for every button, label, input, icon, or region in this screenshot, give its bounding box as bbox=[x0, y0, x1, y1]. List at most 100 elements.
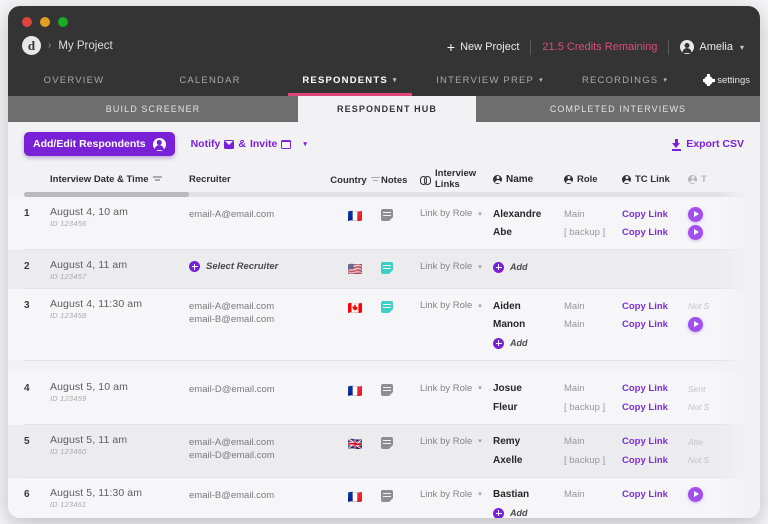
recruiter-cell[interactable]: email-B@email.com bbox=[189, 486, 329, 502]
interview-date-cell[interactable]: August 5, 10 am ID 123459 bbox=[50, 380, 189, 403]
chevron-down-icon[interactable]: ▾ bbox=[478, 263, 482, 271]
chevron-down-icon[interactable]: ▾ bbox=[740, 43, 744, 52]
copy-link-button[interactable]: Copy Link bbox=[622, 402, 688, 413]
recruiter-cell[interactable]: Select Recruiter bbox=[189, 258, 329, 272]
column-label: Country bbox=[330, 174, 367, 186]
interview-link-dropdown[interactable]: Link by Role ▾ bbox=[420, 205, 493, 219]
app-logo-icon: d bbox=[22, 36, 41, 55]
column-header-name[interactable]: Name bbox=[493, 174, 564, 185]
notes-cell[interactable] bbox=[381, 205, 420, 226]
recruiter-cell[interactable]: email-A@email.com bbox=[189, 205, 329, 221]
copy-link-button[interactable]: Copy Link bbox=[622, 227, 688, 238]
column-header-date[interactable]: Interview Date & Time bbox=[50, 173, 189, 185]
table-row[interactable]: 1 August 4, 10 am ID 123456 email-A@email.c… bbox=[8, 197, 760, 250]
nav-item-recordings[interactable]: RECORDINGS ▾ bbox=[560, 64, 690, 96]
copy-link-button[interactable]: Copy Link bbox=[622, 489, 688, 500]
notes-icon[interactable] bbox=[381, 262, 393, 274]
window-controls[interactable] bbox=[22, 17, 68, 27]
new-project-button[interactable]: New Project bbox=[460, 41, 519, 53]
notes-icon[interactable] bbox=[381, 301, 393, 313]
notes-icon[interactable] bbox=[381, 209, 393, 221]
column-header-notes[interactable]: Notes bbox=[381, 172, 420, 186]
notes-cell[interactable] bbox=[381, 433, 420, 454]
row-number: 2 bbox=[24, 261, 30, 272]
notes-icon[interactable] bbox=[381, 489, 393, 502]
column-header-recruiter[interactable]: Recruiter bbox=[189, 174, 329, 185]
chevron-down-icon[interactable]: ▾ bbox=[478, 210, 482, 218]
column-header-interview-links[interactable]: Interview Links bbox=[420, 168, 493, 190]
chevron-down-icon[interactable]: ▾ bbox=[478, 302, 482, 310]
filter-icon[interactable] bbox=[370, 176, 380, 184]
play-button[interactable] bbox=[688, 225, 703, 241]
column-header-role[interactable]: Role bbox=[564, 174, 622, 185]
nav-item-calendar[interactable]: CALENDAR bbox=[140, 64, 280, 96]
nav-label: CALENDAR bbox=[179, 74, 241, 86]
table-row[interactable]: 5 August 5, 11 am ID 123460 email-A@email.c… bbox=[8, 424, 760, 478]
play-button[interactable] bbox=[688, 487, 703, 503]
table-row[interactable]: 3 August 4, 11:30 am ID 123458 email-A@emai… bbox=[8, 289, 760, 361]
add-person-button[interactable]: Add bbox=[493, 258, 760, 277]
add-person-button[interactable]: Add bbox=[493, 334, 760, 353]
notes-cell[interactable] bbox=[381, 380, 420, 401]
chevron-down-icon[interactable]: ▾ bbox=[478, 490, 482, 498]
chevron-down-icon[interactable]: ▾ bbox=[303, 140, 307, 148]
copy-link-button[interactable]: Copy Link bbox=[622, 436, 688, 447]
play-button[interactable] bbox=[688, 206, 703, 222]
add-person-button[interactable]: Add bbox=[493, 504, 760, 518]
project-name[interactable]: My Project bbox=[58, 40, 112, 52]
nav-item-respondents[interactable]: RESPONDENTS ▾ bbox=[280, 64, 420, 96]
select-recruiter-button[interactable]: Select Recruiter bbox=[189, 261, 329, 272]
copy-link-button[interactable]: Copy Link bbox=[622, 319, 688, 330]
table-row[interactable]: 4 August 5, 10 am ID 123459 email-D@email.c… bbox=[8, 371, 760, 425]
column-header-truncated[interactable]: T bbox=[688, 174, 707, 185]
interview-link-dropdown[interactable]: Link by Role ▾ bbox=[420, 380, 493, 394]
notes-cell[interactable] bbox=[381, 258, 420, 279]
settings-button[interactable]: settings bbox=[702, 64, 750, 96]
column-header-tc-link[interactable]: TC Link bbox=[622, 174, 688, 185]
tab-build-screener[interactable]: BUILD SCREENER bbox=[8, 96, 298, 122]
notify-invite-group[interactable]: Notify & Invite ▾ bbox=[191, 138, 307, 150]
nav-label: OVERVIEW bbox=[43, 74, 105, 86]
interview-link-dropdown[interactable]: Link by Role ▾ bbox=[420, 258, 493, 272]
notes-cell[interactable] bbox=[381, 297, 420, 318]
copy-link-button[interactable]: Copy Link bbox=[622, 383, 688, 394]
notes-cell[interactable] bbox=[381, 486, 420, 507]
interview-link-dropdown[interactable]: Link by Role ▾ bbox=[420, 486, 493, 500]
table-row[interactable]: 2 August 4, 11 am ID 123457 Select Recruite… bbox=[8, 250, 760, 289]
column-header-country[interactable]: Country bbox=[329, 173, 381, 186]
minimize-window-button[interactable] bbox=[40, 17, 50, 27]
interview-link-dropdown[interactable]: Link by Role ▾ bbox=[420, 433, 493, 447]
interview-date-cell[interactable]: August 4, 11 am ID 123457 bbox=[50, 258, 189, 281]
recruiter-cell[interactable]: email-A@email.com email-D@email.com bbox=[189, 433, 329, 462]
tab-completed-interviews[interactable]: COMPLETED INTERVIEWS bbox=[476, 96, 760, 122]
country-flag-icon: 🇨🇦 bbox=[347, 301, 363, 315]
user-name[interactable]: Amelia bbox=[699, 41, 733, 53]
copy-link-button[interactable]: Copy Link bbox=[622, 301, 688, 312]
close-window-button[interactable] bbox=[22, 17, 32, 27]
nav-item-interview-prep[interactable]: INTERVIEW PREP ▾ bbox=[420, 64, 560, 96]
filter-icon[interactable] bbox=[152, 176, 162, 183]
export-csv-button[interactable]: Export CSV bbox=[672, 138, 744, 151]
nav-item-overview[interactable]: OVERVIEW bbox=[8, 64, 140, 96]
chevron-down-icon[interactable]: ▾ bbox=[478, 384, 482, 392]
copy-link-button[interactable]: Copy Link bbox=[622, 455, 688, 466]
interview-link-dropdown[interactable]: Link by Role ▾ bbox=[420, 297, 493, 311]
interview-date-cell[interactable]: August 4, 11:30 am ID 123458 bbox=[50, 297, 189, 320]
notes-icon[interactable] bbox=[381, 436, 393, 449]
maximize-window-button[interactable] bbox=[58, 17, 68, 27]
notes-icon[interactable] bbox=[381, 383, 393, 396]
interview-date-cell[interactable]: August 5, 11:30 am ID 123461 bbox=[50, 486, 189, 509]
people-cell: Alexandre Main Copy Link Abe [ backup ] Copy … bbox=[493, 205, 760, 242]
add-edit-respondents-button[interactable]: Add/Edit Respondents bbox=[24, 132, 175, 156]
chevron-down-icon[interactable]: ▾ bbox=[478, 437, 482, 445]
recruiter-cell[interactable]: email-D@email.com bbox=[189, 380, 329, 396]
copy-link-button[interactable]: Copy Link bbox=[622, 209, 688, 220]
table-row[interactable]: 6 August 5, 11:30 am ID 123461 email-B@emai… bbox=[8, 477, 760, 518]
person-name: Manon bbox=[493, 319, 526, 331]
interview-date-cell[interactable]: August 4, 10 am ID 123456 bbox=[50, 205, 189, 228]
person-icon bbox=[493, 174, 502, 184]
play-button[interactable] bbox=[688, 317, 703, 333]
recruiter-cell[interactable]: email-A@email.com email-B@email.com bbox=[189, 297, 329, 326]
interview-date-cell[interactable]: August 5, 11 am ID 123460 bbox=[50, 433, 189, 456]
tab-respondent-hub[interactable]: RESPONDENT HUB bbox=[298, 96, 476, 122]
